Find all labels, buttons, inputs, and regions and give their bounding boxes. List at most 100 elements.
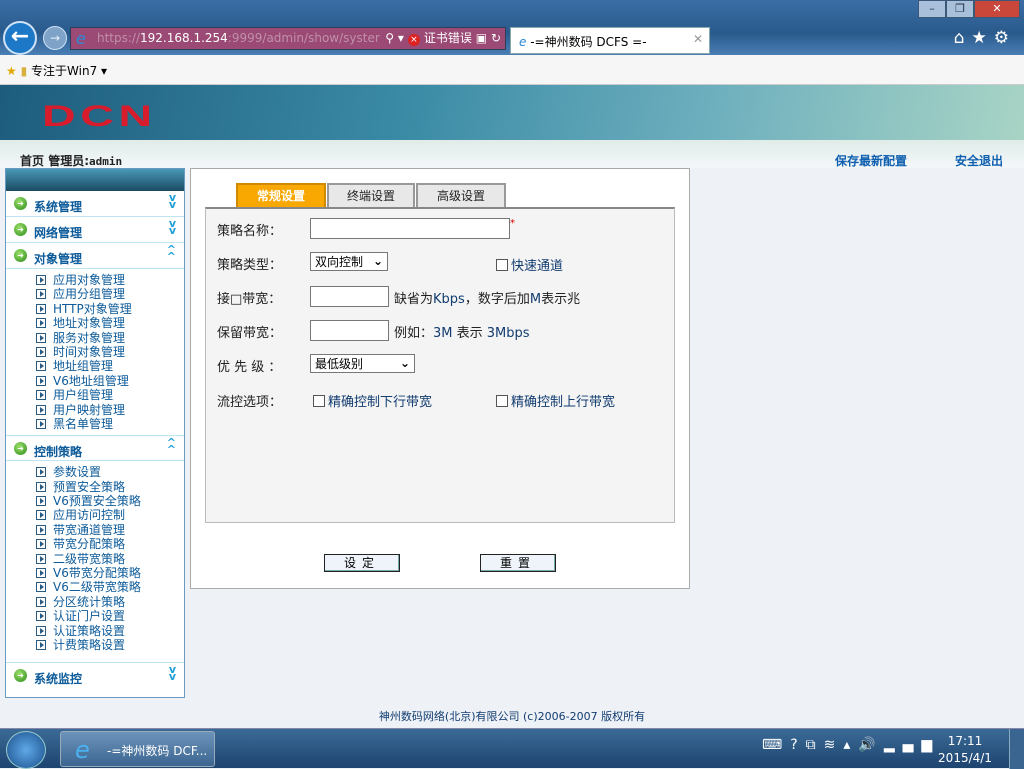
gear-icon[interactable]: ⚙ [994, 28, 1016, 48]
close-button[interactable]: ✕ [974, 0, 1020, 18]
sidebar-group-monitor[interactable]: ➜ 系统监控 v v [6, 662, 184, 688]
save-config-link[interactable]: 保存最新配置 [835, 152, 907, 169]
chevron-double-up-icon[interactable]: ^ ^ [167, 437, 176, 455]
ie-icon: e [75, 736, 90, 764]
fast-channel-checkbox[interactable]: 快速通道 [496, 255, 563, 274]
sidebar-item[interactable]: 应用对象管理 [36, 273, 184, 287]
up-option-checkbox[interactable]: 精确控制上行带宽 [496, 391, 615, 410]
reserve-bandwidth-input[interactable] [310, 320, 389, 341]
minimize-button[interactable]: – [918, 0, 946, 18]
checkbox[interactable] [496, 395, 508, 407]
home-link[interactable]: 首页 [20, 154, 44, 168]
policy-type-select[interactable]: 双向控制 ⌄ [310, 252, 388, 271]
close-tab-icon[interactable]: ✕ [693, 32, 703, 46]
sidebar-item-label: 参数设置 [53, 465, 102, 480]
show-desktop-button[interactable] [1009, 729, 1024, 769]
sidebar-item[interactable]: 服务对象管理 [36, 331, 184, 345]
signal-icon[interactable]: ▂▄▆ [884, 737, 940, 753]
chevron-double-down-icon[interactable]: vv [169, 218, 176, 236]
sidebar-item[interactable]: 认证门户设置 [36, 609, 184, 623]
home-icon[interactable]: ⌂ [954, 28, 972, 48]
keyboard-icon[interactable]: ⌨ [762, 737, 790, 753]
play-square-icon [36, 361, 46, 372]
refresh-icon[interactable]: ↻ [491, 31, 501, 45]
sidebar-item[interactable]: 地址对象管理 [36, 316, 184, 330]
help-icon[interactable]: ? [790, 737, 805, 753]
chevron-down-icon[interactable]: ▾ [101, 64, 107, 78]
sidebar-item[interactable]: 带宽通道管理 [36, 523, 184, 537]
network-monitor-icon[interactable]: ⧉ [806, 737, 824, 753]
wifi-icon[interactable]: ≋ [824, 737, 844, 753]
sidebar-item[interactable]: V6地址组管理 [36, 374, 184, 388]
tab-advanced[interactable]: 高级设置 [416, 183, 506, 208]
set-button[interactable]: 设定 [324, 554, 400, 572]
search-icon[interactable]: ⚲ ▾ [385, 31, 404, 45]
sidebar-group-system[interactable]: ➜ 系统管理 v v [6, 191, 184, 217]
sidebar-item[interactable]: 用户组管理 [36, 388, 184, 402]
checkbox[interactable] [313, 395, 325, 407]
reset-button[interactable]: 重置 [480, 554, 556, 572]
sidebar-item-label: 应用对象管理 [53, 273, 126, 287]
sidebar-item[interactable]: 参数设置 [36, 465, 184, 479]
chevron-double-up-icon[interactable]: ^ ^ [167, 244, 176, 262]
sidebar-group-network[interactable]: ➜ 网络管理 v v [6, 217, 184, 243]
sidebar-item[interactable]: 预置安全策略 [36, 480, 184, 494]
play-square-icon [36, 582, 46, 593]
task-label: -=神州数码 DCF... [107, 744, 208, 758]
sidebar-group-policy[interactable]: ➜ 控制策略 ^ ^ [6, 435, 184, 462]
chevron-double-down-icon[interactable]: vv [169, 192, 176, 210]
add-favorite-icon[interactable]: ★ [6, 64, 17, 78]
sidebar-item[interactable]: 分区统计策略 [36, 595, 184, 609]
sidebar-item-label: 用户映射管理 [53, 402, 126, 417]
iface-hint: 缺省为Kbps，数字后加M表示兆 [394, 292, 581, 307]
show-hidden-icons[interactable]: ▴ [843, 737, 858, 753]
sidebar-item[interactable]: 计费策略设置 [36, 638, 184, 652]
compat-icon[interactable]: ▣ [476, 31, 487, 45]
sidebar-item[interactable]: 带宽分配策略 [36, 537, 184, 551]
flow-label: 流控选项： [217, 395, 283, 410]
sidebar-item[interactable]: HTTP对象管理 [36, 302, 184, 316]
iface-bandwidth-input[interactable] [310, 286, 389, 307]
play-square-icon [36, 611, 46, 622]
priority-select[interactable]: 最低级别 ⌄ [310, 354, 415, 373]
sidebar-item[interactable]: 应用访问控制 [36, 508, 184, 522]
sidebar-item[interactable]: 黑名单管理 [36, 417, 184, 431]
sidebar-group-objects[interactable]: ➜ 对象管理 ^ ^ [6, 243, 184, 269]
sidebar-item[interactable]: V6预置安全策略 [36, 494, 184, 508]
back-button[interactable]: ← [3, 21, 37, 55]
volume-icon[interactable]: 🔊 [858, 737, 883, 753]
sidebar-item[interactable]: 认证策略设置 [36, 624, 184, 638]
sidebar-header [6, 169, 184, 191]
favorites-star-icon[interactable]: ★ [972, 28, 994, 48]
browser-tab[interactable]: e -=神州数码 DCFS =- ✕ [510, 27, 710, 54]
tab-general[interactable]: 常规设置 [236, 183, 326, 208]
sidebar-item[interactable]: 二级带宽策略 [36, 552, 184, 566]
taskbar-ie-item[interactable]: e -=神州数码 DCF... [60, 731, 215, 767]
group-label: 控制策略 [34, 445, 83, 460]
chevron-down-icon: ⌄ [372, 254, 383, 268]
tab-terminal[interactable]: 终端设置 [327, 183, 415, 208]
sidebar-item[interactable]: 用户映射管理 [36, 403, 184, 417]
start-button[interactable] [6, 731, 46, 769]
sidebar-item[interactable]: 地址组管理 [36, 359, 184, 373]
play-square-icon [36, 404, 46, 415]
sidebar-item[interactable]: V6二级带宽策略 [36, 580, 184, 594]
maximize-button[interactable]: ❐ [946, 0, 974, 18]
address-bar[interactable]: e https://192.168.1.254:9999/admin/show/… [70, 27, 506, 50]
play-square-icon [36, 318, 46, 329]
sidebar-item-label: 应用分组管理 [53, 287, 126, 302]
sidebar-item[interactable]: 应用分组管理 [36, 287, 184, 301]
forward-button[interactable]: → [43, 26, 67, 50]
logout-link[interactable]: 安全退出 [955, 152, 1003, 169]
chevron-double-down-icon[interactable]: vv [169, 664, 176, 682]
clock[interactable]: 17:11 2015/4/1 [935, 733, 995, 767]
checkbox[interactable] [496, 259, 508, 271]
sidebar-item[interactable]: 时间对象管理 [36, 345, 184, 359]
checkbox-label: 精确控制下行带宽 [328, 395, 433, 410]
cert-error[interactable]: 证书错误 [424, 31, 472, 45]
sidebar-item[interactable]: V6带宽分配策略 [36, 566, 184, 580]
down-option-checkbox[interactable]: 精确控制下行带宽 [313, 391, 432, 410]
favorites-item[interactable]: 专注于Win7 [31, 64, 97, 78]
policy-name-input[interactable] [310, 218, 510, 239]
iface-label: 接□带宽： [217, 292, 282, 307]
